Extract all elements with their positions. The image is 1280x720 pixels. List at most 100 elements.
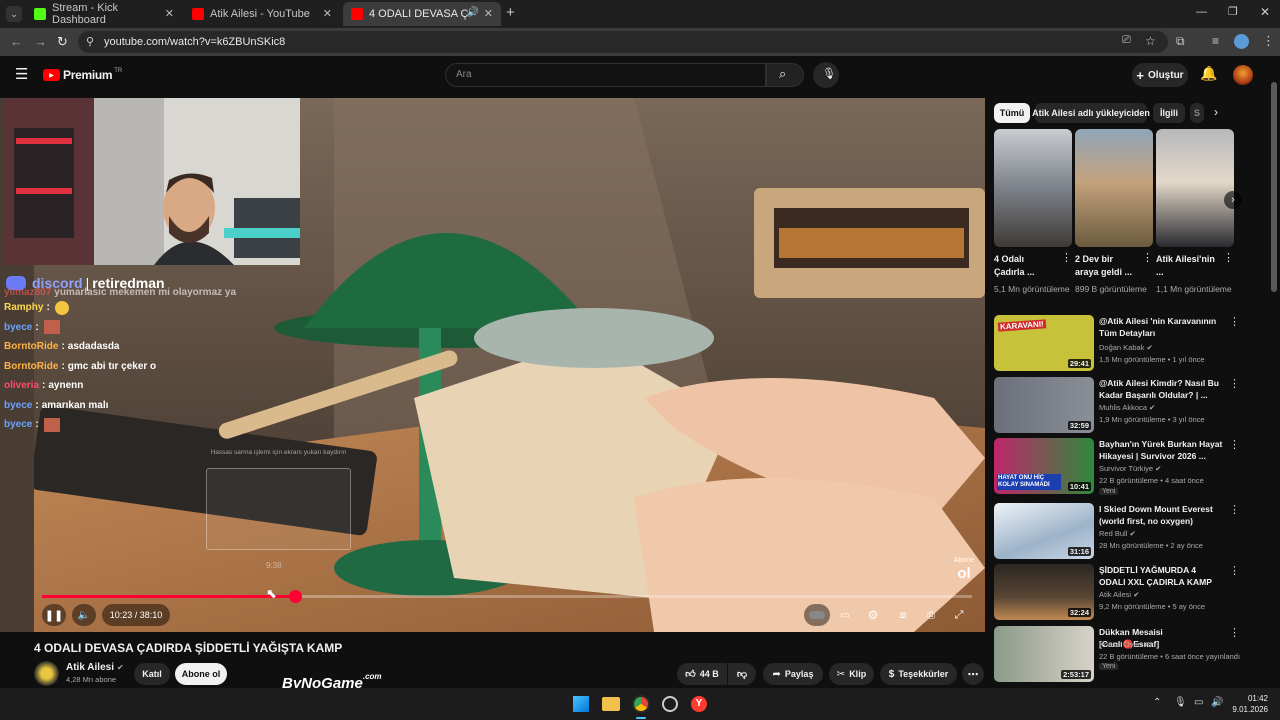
share-button[interactable]: ➦ Paylaş: [763, 663, 823, 685]
tray-volume-icon[interactable]: 🔊: [1211, 697, 1223, 708]
video-more-icon[interactable]: ⋮: [1229, 564, 1240, 577]
close-window-icon[interactable]: ✕: [1260, 5, 1270, 19]
shorts-next-chevron-icon[interactable]: ›: [1224, 191, 1242, 209]
address-bar[interactable]: ⚲ youtube.com/watch?v=k6ZBUnSKic8 ⎚ ☆: [78, 31, 1168, 53]
volume-icon: 🔈: [77, 609, 91, 621]
tray-chevron-icon[interactable]: ⌃: [1153, 697, 1161, 708]
filter-chip-uploader[interactable]: Atik Ailesi adlı yükleyiciden: [1032, 103, 1150, 123]
youtube-logo[interactable]: ▶ Premium TR: [43, 68, 122, 82]
cast-button[interactable]: ⎙: [920, 604, 942, 626]
filter-chip-related[interactable]: İlgili: [1153, 103, 1185, 123]
windows-start-icon[interactable]: [573, 696, 589, 712]
forward-icon[interactable]: →: [34, 34, 47, 49]
recommended-video[interactable]: 32:24 ŞİDDETLİ YAĞMURDA 4 ODALI XXL ÇADI…: [994, 564, 1244, 620]
channel-name[interactable]: Atik Ailesi: [66, 662, 114, 673]
reading-list-icon[interactable]: ≡: [1212, 34, 1219, 48]
tray-mic-icon[interactable]: 🎙: [1174, 697, 1187, 708]
tab-kick-dashboard[interactable]: Stream - Kick Dashboard ✕: [26, 2, 182, 26]
tab-atik-ailesi-youtube[interactable]: Atik Ailesi - YouTube ✕: [184, 2, 340, 26]
channel-avatar[interactable]: [34, 661, 59, 686]
filter-chip-partial[interactable]: S: [1190, 103, 1204, 123]
thanks-button[interactable]: $ Teşekkürler: [880, 663, 957, 685]
subscriber-count: 4,28 Mn abone: [66, 675, 117, 684]
video-more-icon[interactable]: ⋮: [1229, 315, 1240, 328]
create-button[interactable]: + Oluştur: [1132, 63, 1188, 87]
short-card[interactable]: Atik Ailesi'nin ... ⋮ 1,1 Mn görüntüleme: [1156, 129, 1234, 295]
video-more-icon[interactable]: ⋮: [1229, 503, 1240, 516]
volume-button[interactable]: 🔈: [72, 604, 96, 626]
like-button[interactable]: 👍︎ 44 B: [677, 663, 727, 685]
autoplay-toggle[interactable]: [804, 604, 830, 626]
video-more-icon[interactable]: ⋮: [1229, 438, 1240, 451]
video-meta: 9,2 Mn görüntüleme • 5 ay önce: [1099, 602, 1206, 611]
recommended-video[interactable]: 2:53:17 Dükkan Mesaisi [Canlı🔴Esnaf] Kon…: [994, 626, 1244, 682]
channel-name-text: Muhlis Akkoca: [1099, 403, 1147, 412]
search-input[interactable]: Ara: [445, 63, 766, 87]
extensions-icon[interactable]: ⧉: [1176, 34, 1185, 49]
live-new-badge: Yeni: [1099, 663, 1119, 670]
tray-clock[interactable]: 01:42 9.01.2026: [1228, 693, 1268, 715]
back-icon[interactable]: ←: [10, 34, 23, 49]
close-tab-icon[interactable]: ✕: [484, 7, 493, 20]
filters-next-chevron-icon[interactable]: ›: [1214, 105, 1218, 119]
settings-button[interactable]: ⚙: [862, 604, 884, 626]
notifications-bell-icon[interactable]: 🔔: [1200, 65, 1217, 82]
chrome-icon[interactable]: [632, 695, 650, 713]
restore-icon[interactable]: ❐: [1228, 5, 1238, 18]
file-explorer-icon[interactable]: [602, 697, 620, 711]
close-tab-icon[interactable]: ✕: [165, 7, 174, 20]
page-scrollbar[interactable]: [1270, 72, 1278, 682]
short-more-icon[interactable]: ⋮: [1142, 251, 1153, 279]
close-tab-icon[interactable]: ✕: [323, 7, 332, 20]
subtitles-button[interactable]: ▭: [834, 604, 856, 626]
clip-button[interactable]: ✂ Klip: [829, 663, 874, 685]
channel-name-text: Doğan Kabak: [1099, 343, 1145, 352]
audio-playing-icon[interactable]: 🔊: [467, 7, 479, 18]
obs-icon[interactable]: [662, 696, 678, 712]
hamburger-menu-icon[interactable]: ☰: [15, 65, 28, 83]
yandex-browser-icon[interactable]: Y: [691, 696, 707, 712]
browser-menu-icon[interactable]: ⋮: [1262, 33, 1275, 49]
short-card[interactable]: 2 Dev bir araya geldi ... ⋮ 899 B görünt…: [1075, 129, 1153, 295]
scrollbar-thumb[interactable]: [1271, 82, 1277, 292]
recommended-video[interactable]: 32:59 @Atik Ailesi Kimdir? Nasıl Bu Kada…: [994, 377, 1244, 433]
recommended-video[interactable]: 31:16 I Skied Down Mount Everest (world …: [994, 503, 1244, 559]
site-info-icon[interactable]: ⚲: [86, 35, 94, 48]
bookmark-star-icon[interactable]: ☆: [1145, 34, 1156, 48]
fullscreen-button[interactable]: ⤢: [948, 604, 970, 626]
short-card[interactable]: 4 Odalı Çadırla ... ⋮ 5,1 Mn görüntüleme: [994, 129, 1072, 295]
video-player[interactable]: discord | retiredman yilmaz807 yumarlasıc…: [0, 98, 985, 632]
video-more-icon[interactable]: ⋮: [1229, 626, 1240, 639]
reload-icon[interactable]: ↻: [57, 34, 68, 50]
more-actions-button[interactable]: ⋯: [962, 663, 984, 685]
short-more-icon[interactable]: ⋮: [1223, 251, 1234, 279]
chat-text: asdadasda: [67, 341, 120, 353]
subscribe-watermark[interactable]: Abone ol: [950, 556, 978, 582]
account-avatar[interactable]: [1233, 65, 1253, 85]
thanks-label: Teşekkürler: [898, 669, 949, 679]
voice-search-button[interactable]: 🎙: [813, 62, 839, 88]
dislike-button[interactable]: 👎︎: [728, 663, 756, 685]
miniplayer-button[interactable]: ⧈: [892, 604, 914, 626]
filter-label: İlgili: [1160, 108, 1178, 118]
minimize-icon[interactable]: —: [1196, 6, 1207, 18]
search-button[interactable]: ⌕: [766, 63, 804, 87]
tab-search-icon[interactable]: ⌄: [6, 6, 22, 22]
recommended-video[interactable]: HAYAT ONU HİÇ KOLAY SINAMADI 10:41 Bayha…: [994, 438, 1244, 495]
tab-current-video[interactable]: 4 ODALI DEVASA ÇADIRDA 🔊 ✕: [343, 2, 501, 26]
channel-name: Muhlis Akkoca ✔: [1099, 403, 1155, 412]
chat-username: yilmaz807: [4, 287, 52, 298]
chat-username: BorntoRide: [4, 341, 59, 353]
new-tab-icon[interactable]: +: [506, 4, 515, 21]
chat-text: yumarlasıc mekemen mi olayormaz ya: [54, 287, 237, 298]
tray-network-icon[interactable]: ▭: [1194, 697, 1203, 708]
install-app-icon[interactable]: ⎚: [1122, 34, 1131, 47]
join-button[interactable]: Katıl: [134, 663, 170, 685]
subscribe-button[interactable]: Abone ol: [175, 663, 227, 685]
pause-button[interactable]: ❚❚: [42, 604, 66, 626]
video-more-icon[interactable]: ⋮: [1229, 377, 1240, 390]
short-more-icon[interactable]: ⋮: [1061, 251, 1072, 279]
recommended-video[interactable]: KARAVANI! 29:41 @Atik Ailesi 'nin Karava…: [994, 315, 1244, 371]
profile-avatar-icon[interactable]: [1234, 34, 1249, 49]
filter-chip-all[interactable]: Tümü: [994, 103, 1030, 123]
